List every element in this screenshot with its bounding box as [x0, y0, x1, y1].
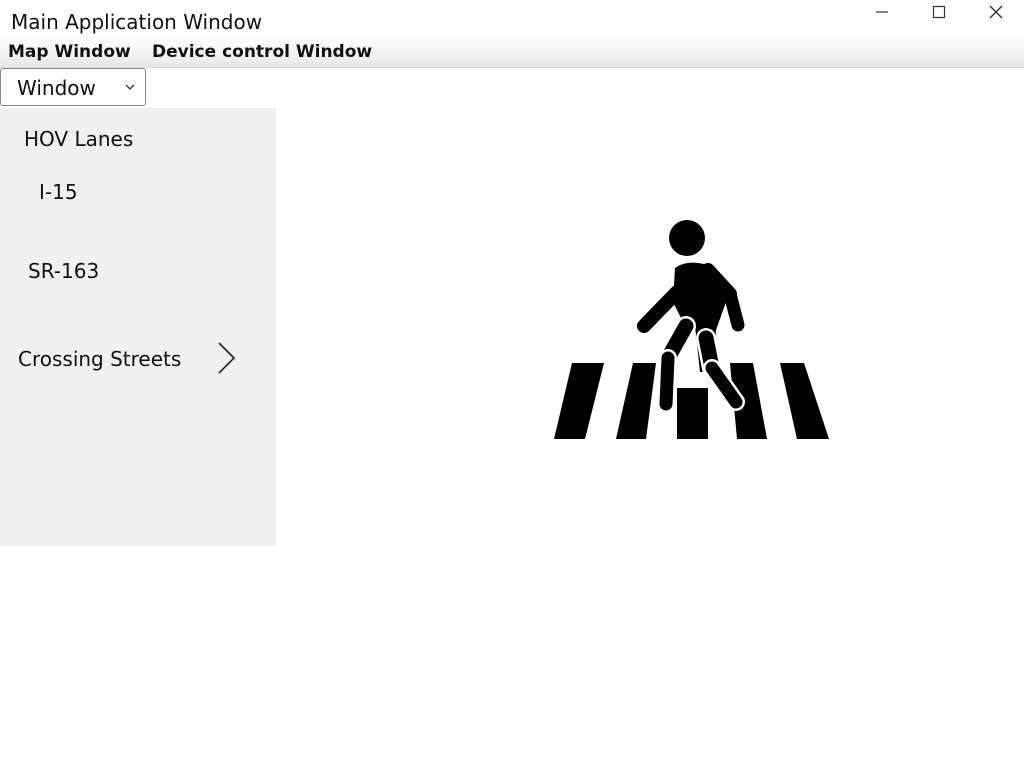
- window-title: Main Application Window: [11, 10, 263, 34]
- menu-item-device-control-window[interactable]: Device control Window: [152, 41, 372, 63]
- maximize-icon: [932, 5, 945, 19]
- minimize-icon: [875, 11, 888, 13]
- crosswalk-stripes: [554, 363, 829, 439]
- close-icon: [989, 5, 1002, 19]
- title-bar: Main Application Window: [0, 0, 1024, 36]
- sidebar-item-sr-163[interactable]: SR-163: [28, 258, 99, 284]
- menu-bar: Map Window Device control Window: [0, 36, 1024, 68]
- sidebar-item-crossing-streets[interactable]: Crossing Streets: [18, 346, 181, 372]
- window-controls: [853, 0, 1024, 28]
- sidebar: HOV Lanes I-15 SR-163 Crossing Streets: [0, 108, 276, 546]
- dropdown-selected-value: Window: [17, 76, 96, 100]
- minimize-button[interactable]: [853, 0, 910, 24]
- pedestrian-figure: [637, 220, 745, 413]
- sidebar-item-i-15[interactable]: I-15: [39, 179, 78, 205]
- window-dropdown[interactable]: Window: [0, 68, 146, 106]
- sidebar-header-hov-lanes[interactable]: HOV Lanes: [24, 126, 133, 152]
- close-button[interactable]: [967, 0, 1024, 24]
- chevron-right-icon[interactable]: [214, 340, 238, 376]
- menu-item-map-window[interactable]: Map Window: [8, 41, 131, 63]
- maximize-button[interactable]: [910, 0, 967, 24]
- pedestrian-crosswalk-icon: [554, 220, 829, 439]
- chevron-down-icon: [125, 84, 135, 90]
